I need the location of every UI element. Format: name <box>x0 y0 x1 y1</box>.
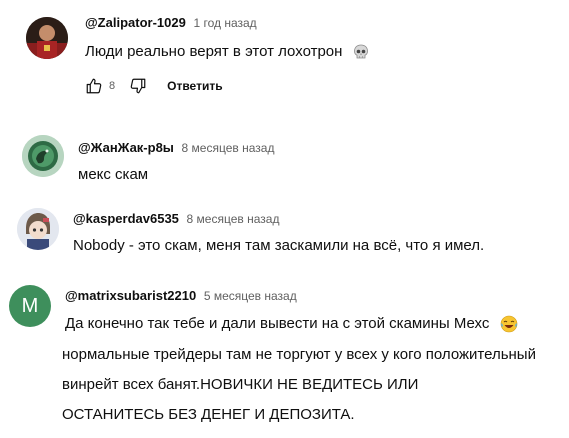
comment-text-line: ОСТАНИТЕСЬ БЕЗ ДЕНЕГ И ДЕПОЗИТА. <box>62 406 355 423</box>
laughing-tears-icon <box>500 315 517 333</box>
comment-header: @Zalipator-1029 1 год назад <box>85 15 257 30</box>
avatar-letter: M <box>21 294 39 317</box>
comment-text-line: нормальные трейдеры там не торгуют у все… <box>62 346 536 363</box>
comment-text-content: Да конечно так тебе и дали вывести на с … <box>65 315 490 332</box>
comment-header: @ЖанЖак-р8ы 8 месяцев назад <box>78 140 274 155</box>
author-name[interactable]: @matrixsubarist2210 <box>65 288 196 303</box>
comment-time[interactable]: 1 год назад <box>193 16 256 30</box>
comment-header: @kasperdav6535 8 месяцев назад <box>73 211 279 226</box>
comment-text: мекс скам <box>78 166 149 183</box>
comment-text-content: Люди реально верят в этот лохотрон <box>85 43 343 60</box>
comment-time[interactable]: 8 месяцев назад <box>187 212 280 226</box>
comment-text-line: винрейт всех банят.НОВИЧКИ НЕ ВЕДИТЕСЬ И… <box>62 376 419 393</box>
comment-time[interactable]: 5 месяцев назад <box>204 289 297 303</box>
avatar-image <box>22 135 64 177</box>
avatar[interactable] <box>26 17 68 59</box>
comment-text-line: Да конечно так тебе и дали вывести на с … <box>65 314 518 334</box>
avatar-image <box>26 17 68 59</box>
avatar[interactable] <box>17 208 59 250</box>
thumbs-down-icon[interactable] <box>129 77 147 95</box>
reply-button[interactable]: Ответить <box>167 79 222 93</box>
comment-actions: 8 Ответить <box>85 74 223 98</box>
comment-text: Nobody - это скам, меня там заскамили на… <box>73 237 485 254</box>
comment-header: @matrixsubarist2210 5 месяцев назад <box>65 288 297 303</box>
author-name[interactable]: @kasperdav6535 <box>73 211 179 226</box>
avatar[interactable] <box>22 135 64 177</box>
author-name[interactable]: @ЖанЖак-р8ы <box>78 140 174 155</box>
thumbs-up-icon[interactable] <box>85 77 103 95</box>
like-count: 8 <box>109 80 116 92</box>
skull-icon <box>353 44 368 59</box>
avatar-image <box>17 208 59 250</box>
comment-text: Люди реально верят в этот лохотрон <box>85 42 369 62</box>
comment-time[interactable]: 8 месяцев назад <box>182 141 275 155</box>
avatar[interactable]: M <box>9 285 51 327</box>
author-name[interactable]: @Zalipator-1029 <box>85 15 186 30</box>
